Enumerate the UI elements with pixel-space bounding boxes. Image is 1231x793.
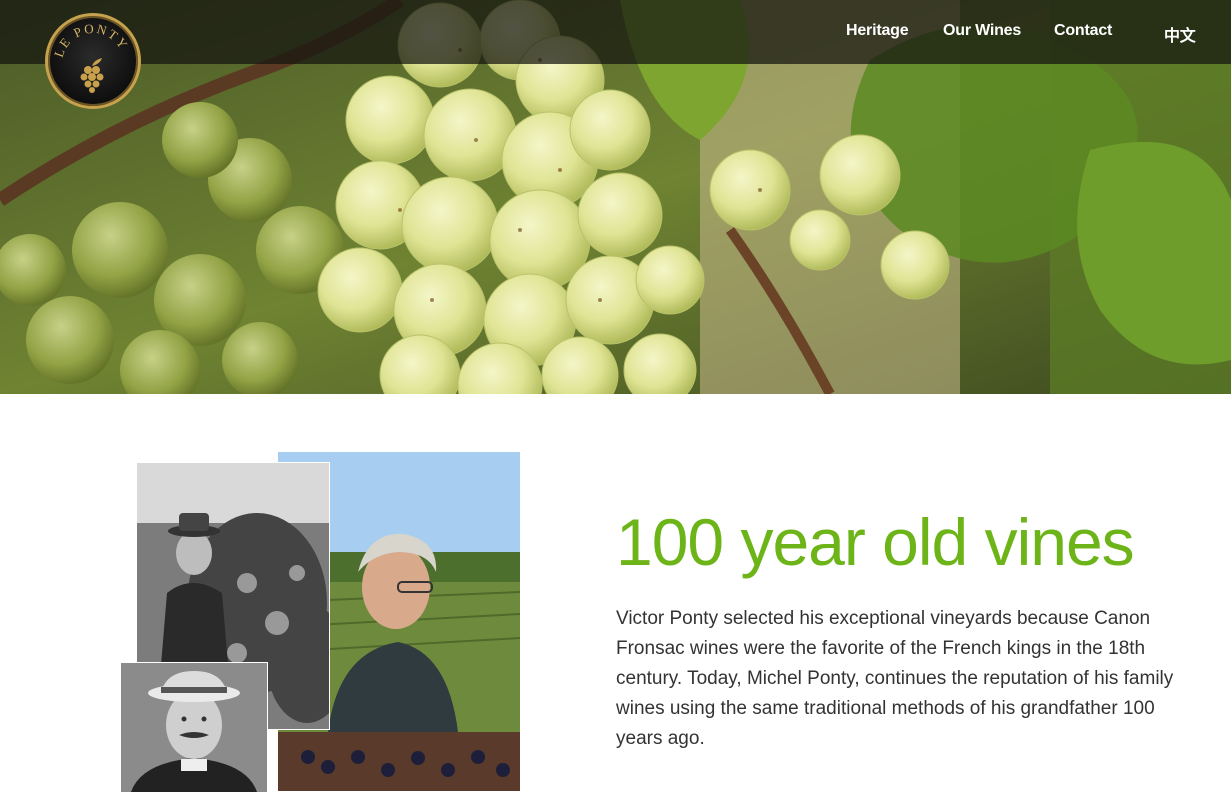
nav-contact[interactable]: Contact (1054, 22, 1112, 40)
grape-icon (80, 58, 104, 93)
vintage-portrait-photo (120, 662, 268, 793)
nav-our-wines[interactable]: Our Wines (943, 22, 1021, 40)
nav-chinese[interactable]: 中文 (1164, 22, 1196, 46)
top-navbar: Heritage Our Wines Contact 中文 (0, 0, 1231, 64)
hero-banner: Heritage Our Wines Contact 中文 LE PONTY (0, 0, 1231, 394)
nav-heritage[interactable]: Heritage (846, 22, 909, 40)
intro-section: 100 year old vines Victor Ponty selected… (0, 394, 1231, 793)
le-ponty-logo[interactable]: LE PONTY (45, 13, 141, 109)
intro-paragraph: Victor Ponty selected his exceptional vi… (616, 608, 1174, 749)
intro-headline: 100 year old vines (616, 505, 1135, 579)
logo-emblem: LE PONTY (51, 21, 132, 93)
logo-text: LE PONTY (51, 21, 130, 59)
family-photo-collage (120, 452, 520, 793)
svg-text:LE PONTY: LE PONTY (51, 21, 132, 59)
